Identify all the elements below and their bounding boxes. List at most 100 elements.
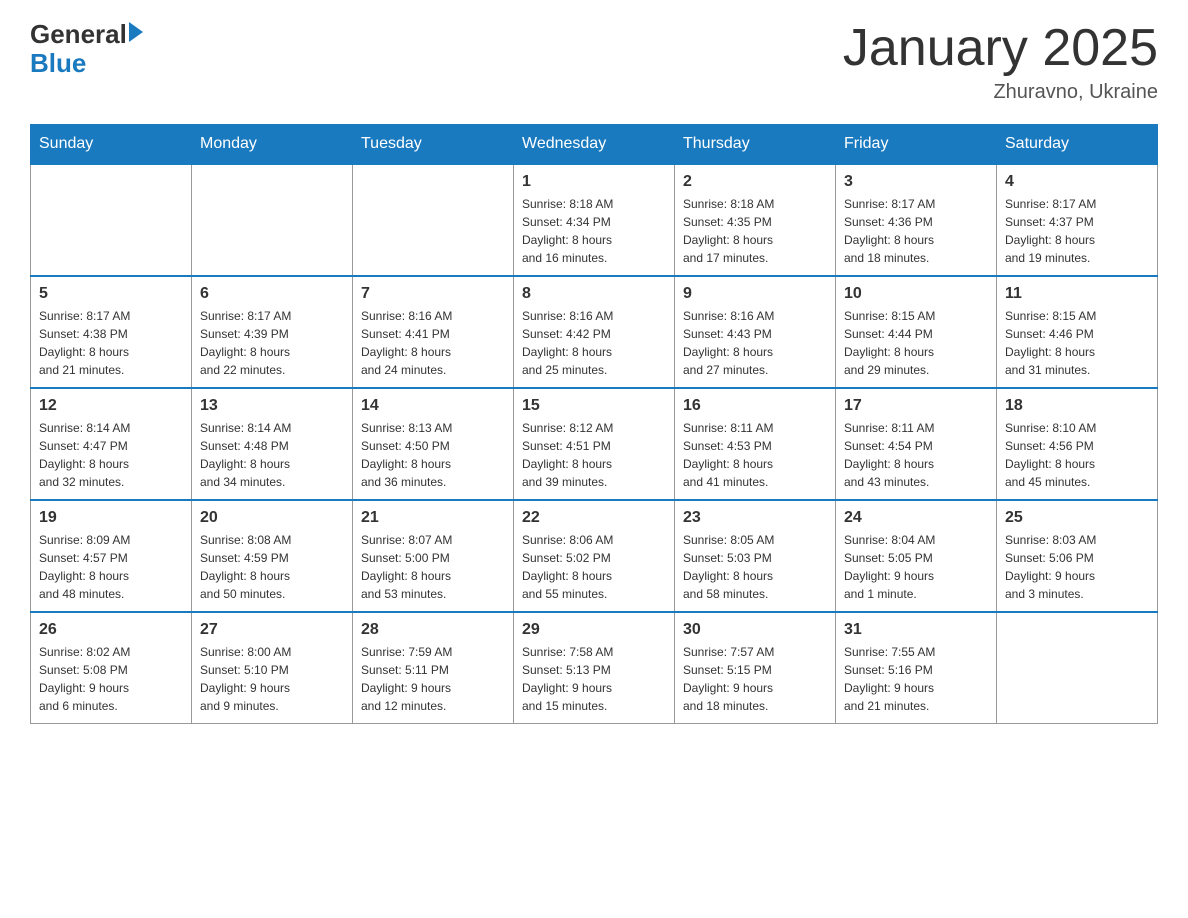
day-number: 8 [522,285,666,303]
calendar-cell: 28Sunrise: 7:59 AMSunset: 5:11 PMDayligh… [353,612,514,724]
day-number: 12 [39,397,183,415]
day-number: 26 [39,621,183,639]
day-info: Sunrise: 8:04 AMSunset: 5:05 PMDaylight:… [844,531,988,603]
day-number: 17 [844,397,988,415]
day-info: Sunrise: 7:55 AMSunset: 5:16 PMDaylight:… [844,643,988,715]
day-info: Sunrise: 8:16 AMSunset: 4:42 PMDaylight:… [522,307,666,379]
calendar-cell: 17 Sunrise: 8:11 AMSunset: 4:54 PMDayligh… [836,388,997,500]
weekday-header-tuesday: Tuesday [353,125,514,165]
day-number: 13 [200,397,344,415]
calendar-cell: 26 Sunrise: 8:02 AMSunset: 5:08 PMDayligh… [31,612,192,724]
calendar-week-2: 5 Sunrise: 8:17 AMSunset: 4:38 PMDaylight… [31,276,1158,388]
day-number: 3 [844,173,988,191]
day-info: Sunrise: 8:18 AMSunset: 4:35 PMDaylight:… [683,195,827,267]
day-number: 4 [1005,173,1149,191]
day-number: 1 [522,173,666,191]
calendar-header: SundayMondayTuesdayWednesdayThursdayFrid… [31,125,1158,165]
calendar-cell: 21 Sunrise: 8:07 AMSunset: 5:00 PMDayligh… [353,500,514,612]
calendar-cell [192,164,353,276]
day-number: 18 [1005,397,1149,415]
day-info: Sunrise: 8:00 AMSunset: 5:10 PMDaylight:… [200,643,344,715]
day-info: Sunrise: 8:17 AMSunset: 4:37 PMDaylight:… [1005,195,1149,267]
day-number: 2 [683,173,827,191]
day-number: 11 [1005,285,1149,303]
page-header: General Blue January 2025 Zhuravno, Ukra… [30,20,1158,104]
weekday-header-monday: Monday [192,125,353,165]
day-number: 19 [39,509,183,527]
day-number: 31 [844,621,988,639]
calendar-cell: 9Sunrise: 8:16 AMSunset: 4:43 PMDaylight… [675,276,836,388]
calendar-cell: 2 Sunrise: 8:18 AMSunset: 4:35 PMDaylight… [675,164,836,276]
calendar-body: 1Sunrise: 8:18 AMSunset: 4:34 PMDaylight… [31,164,1158,724]
day-info: Sunrise: 8:16 AMSunset: 4:41 PMDaylight:… [361,307,505,379]
calendar-cell [997,612,1158,724]
day-number: 9 [683,285,827,303]
day-info: Sunrise: 8:15 AMSunset: 4:46 PMDaylight:… [1005,307,1149,379]
calendar-cell: 19 Sunrise: 8:09 AMSunset: 4:57 PMDayligh… [31,500,192,612]
calendar-cell: 10Sunrise: 8:15 AMSunset: 4:44 PMDayligh… [836,276,997,388]
calendar-cell: 13 Sunrise: 8:14 AMSunset: 4:48 PMDayligh… [192,388,353,500]
logo-triangle-icon [129,22,143,42]
day-number: 21 [361,509,505,527]
day-info: Sunrise: 8:14 AMSunset: 4:47 PMDaylight:… [39,419,183,491]
calendar-cell: 1Sunrise: 8:18 AMSunset: 4:34 PMDaylight… [514,164,675,276]
day-number: 24 [844,509,988,527]
day-info: Sunrise: 8:11 AMSunset: 4:54 PMDaylight:… [844,419,988,491]
day-info: Sunrise: 8:11 AMSunset: 4:53 PMDaylight:… [683,419,827,491]
day-number: 30 [683,621,827,639]
day-info: Sunrise: 8:17 AMSunset: 4:38 PMDaylight:… [39,307,183,379]
calendar-subtitle: Zhuravno, Ukraine [843,81,1158,104]
logo-general: General [30,20,127,49]
day-info: Sunrise: 8:03 AMSunset: 5:06 PMDaylight:… [1005,531,1149,603]
day-number: 14 [361,397,505,415]
calendar-cell: 23 Sunrise: 8:05 AMSunset: 5:03 PMDayligh… [675,500,836,612]
day-number: 5 [39,285,183,303]
calendar-cell: 31 Sunrise: 7:55 AMSunset: 5:16 PMDayligh… [836,612,997,724]
day-number: 6 [200,285,344,303]
weekday-header-thursday: Thursday [675,125,836,165]
title-block: January 2025 Zhuravno, Ukraine [843,20,1158,104]
day-info: Sunrise: 8:06 AMSunset: 5:02 PMDaylight:… [522,531,666,603]
day-number: 22 [522,509,666,527]
calendar-cell: 18 Sunrise: 8:10 AMSunset: 4:56 PMDayligh… [997,388,1158,500]
day-info: Sunrise: 7:59 AMSunset: 5:11 PMDaylight:… [361,643,505,715]
calendar-cell: 15 Sunrise: 8:12 AMSunset: 4:51 PMDayligh… [514,388,675,500]
calendar-cell: 16 Sunrise: 8:11 AMSunset: 4:53 PMDayligh… [675,388,836,500]
calendar-cell: 24 Sunrise: 8:04 AMSunset: 5:05 PMDayligh… [836,500,997,612]
calendar-cell: 14 Sunrise: 8:13 AMSunset: 4:50 PMDayligh… [353,388,514,500]
logo: General Blue [30,20,143,77]
logo-blue: Blue [30,49,86,78]
day-number: 20 [200,509,344,527]
day-number: 15 [522,397,666,415]
calendar-cell: 25 Sunrise: 8:03 AMSunset: 5:06 PMDayligh… [997,500,1158,612]
weekday-header-friday: Friday [836,125,997,165]
day-info: Sunrise: 8:17 AMSunset: 4:39 PMDaylight:… [200,307,344,379]
weekday-header-saturday: Saturday [997,125,1158,165]
calendar-cell: 3 Sunrise: 8:17 AMSunset: 4:36 PMDaylight… [836,164,997,276]
day-number: 27 [200,621,344,639]
calendar-cell: 20Sunrise: 8:08 AMSunset: 4:59 PMDayligh… [192,500,353,612]
calendar-cell [353,164,514,276]
calendar-cell [31,164,192,276]
day-number: 23 [683,509,827,527]
day-info: Sunrise: 8:13 AMSunset: 4:50 PMDaylight:… [361,419,505,491]
day-number: 16 [683,397,827,415]
day-info: Sunrise: 8:17 AMSunset: 4:36 PMDaylight:… [844,195,988,267]
day-info: Sunrise: 8:07 AMSunset: 5:00 PMDaylight:… [361,531,505,603]
day-info: Sunrise: 7:57 AMSunset: 5:15 PMDaylight:… [683,643,827,715]
calendar-week-4: 19 Sunrise: 8:09 AMSunset: 4:57 PMDayligh… [31,500,1158,612]
calendar-week-1: 1Sunrise: 8:18 AMSunset: 4:34 PMDaylight… [31,164,1158,276]
day-number: 25 [1005,509,1149,527]
day-info: Sunrise: 8:05 AMSunset: 5:03 PMDaylight:… [683,531,827,603]
day-number: 10 [844,285,988,303]
day-info: Sunrise: 8:12 AMSunset: 4:51 PMDaylight:… [522,419,666,491]
calendar-week-3: 12 Sunrise: 8:14 AMSunset: 4:47 PMDayligh… [31,388,1158,500]
day-info: Sunrise: 8:09 AMSunset: 4:57 PMDaylight:… [39,531,183,603]
day-info: Sunrise: 8:14 AMSunset: 4:48 PMDaylight:… [200,419,344,491]
day-info: Sunrise: 8:10 AMSunset: 4:56 PMDaylight:… [1005,419,1149,491]
calendar-week-5: 26 Sunrise: 8:02 AMSunset: 5:08 PMDayligh… [31,612,1158,724]
day-info: Sunrise: 8:02 AMSunset: 5:08 PMDaylight:… [39,643,183,715]
weekday-row: SundayMondayTuesdayWednesdayThursdayFrid… [31,125,1158,165]
calendar-cell: 7Sunrise: 8:16 AMSunset: 4:41 PMDaylight… [353,276,514,388]
day-number: 29 [522,621,666,639]
